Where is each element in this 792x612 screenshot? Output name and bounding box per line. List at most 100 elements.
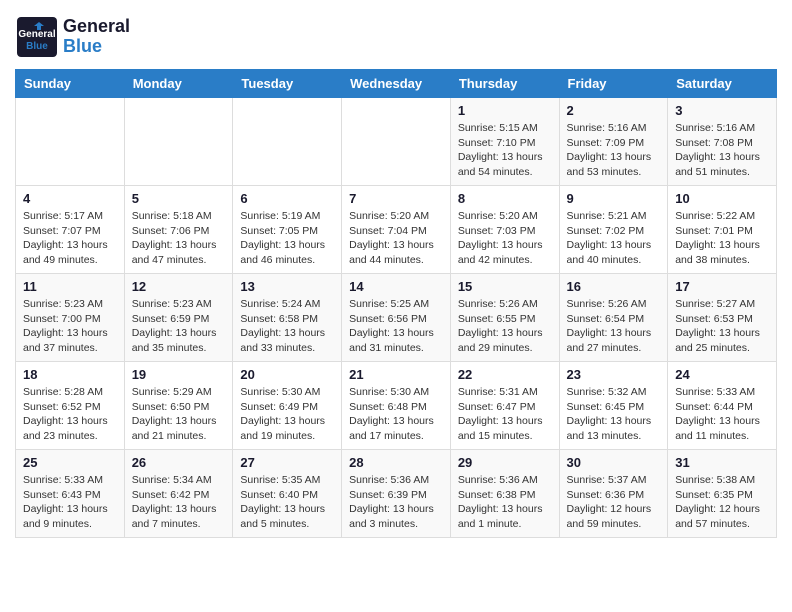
day-number: 12 [132,279,226,294]
calendar-cell: 28 Sunrise: 5:36 AMSunset: 6:39 PMDayligh… [342,450,451,538]
calendar-cell: 4 Sunrise: 5:17 AMSunset: 7:07 PMDaylight… [16,186,125,274]
calendar-cell: 18 Sunrise: 5:28 AMSunset: 6:52 PMDayligh… [16,362,125,450]
calendar-cell: 26Sunrise: 5:34 AMSunset: 6:42 PMDayligh… [124,450,233,538]
day-number: 26 [132,455,226,470]
day-number: 14 [349,279,443,294]
day-number: 18 [23,367,117,382]
day-info: Sunrise: 5:25 AMSunset: 6:56 PMDaylight:… [349,297,443,356]
calendar-cell: 5 Sunrise: 5:18 AMSunset: 7:06 PMDaylight… [124,186,233,274]
week-row-4: 18 Sunrise: 5:28 AMSunset: 6:52 PMDayligh… [16,362,777,450]
day-number: 11 [23,279,117,294]
logo-icon: General Blue [15,15,59,59]
day-number: 19 [132,367,226,382]
day-info: Sunrise: 5:30 AMSunset: 6:48 PMDaylight:… [349,385,443,444]
day-info: Sunrise: 5:36 AMSunset: 6:38 PMDaylight:… [458,473,552,532]
day-info: Sunrise: 5:23 AMSunset: 7:00 PMDaylight:… [23,297,117,356]
weekday-header-friday: Friday [559,70,668,98]
week-row-5: 25 Sunrise: 5:33 AMSunset: 6:43 PMDayligh… [16,450,777,538]
calendar-cell: 9Sunrise: 5:21 AMSunset: 7:02 PMDaylight… [559,186,668,274]
page-header: General Blue General Blue [15,15,777,59]
day-info: Sunrise: 5:26 AMSunset: 6:55 PMDaylight:… [458,297,552,356]
day-info: Sunrise: 5:16 AMSunset: 7:09 PMDaylight:… [567,121,661,180]
day-number: 6 [240,191,334,206]
calendar-cell [16,98,125,186]
day-number: 21 [349,367,443,382]
day-number: 4 [23,191,117,206]
day-info: Sunrise: 5:15 AMSunset: 7:10 PMDaylight:… [458,121,552,180]
weekday-header-saturday: Saturday [668,70,777,98]
day-info: Sunrise: 5:35 AMSunset: 6:40 PMDaylight:… [240,473,334,532]
calendar-table: SundayMondayTuesdayWednesdayThursdayFrid… [15,69,777,538]
calendar-cell: 31 Sunrise: 5:38 AMSunset: 6:35 PMDayligh… [668,450,777,538]
day-number: 29 [458,455,552,470]
calendar-cell: 14 Sunrise: 5:25 AMSunset: 6:56 PMDayligh… [342,274,451,362]
day-number: 24 [675,367,769,382]
day-info: Sunrise: 5:18 AMSunset: 7:06 PMDaylight:… [132,209,226,268]
day-number: 2 [567,103,661,118]
calendar-cell: 13 Sunrise: 5:24 AMSunset: 6:58 PMDayligh… [233,274,342,362]
day-info: Sunrise: 5:17 AMSunset: 7:07 PMDaylight:… [23,209,117,268]
weekday-header-wednesday: Wednesday [342,70,451,98]
day-info: Sunrise: 5:36 AMSunset: 6:39 PMDaylight:… [349,473,443,532]
day-number: 25 [23,455,117,470]
calendar-cell [124,98,233,186]
day-number: 31 [675,455,769,470]
day-info: Sunrise: 5:27 AMSunset: 6:53 PMDaylight:… [675,297,769,356]
calendar-cell: 25 Sunrise: 5:33 AMSunset: 6:43 PMDayligh… [16,450,125,538]
calendar-cell: 6Sunrise: 5:19 AMSunset: 7:05 PMDaylight… [233,186,342,274]
day-number: 23 [567,367,661,382]
day-info: Sunrise: 5:32 AMSunset: 6:45 PMDaylight:… [567,385,661,444]
day-number: 28 [349,455,443,470]
day-info: Sunrise: 5:31 AMSunset: 6:47 PMDaylight:… [458,385,552,444]
day-number: 22 [458,367,552,382]
day-info: Sunrise: 5:30 AMSunset: 6:49 PMDaylight:… [240,385,334,444]
calendar-header: SundayMondayTuesdayWednesdayThursdayFrid… [16,70,777,98]
day-number: 3 [675,103,769,118]
week-row-3: 11 Sunrise: 5:23 AMSunset: 7:00 PMDayligh… [16,274,777,362]
calendar-cell: 8Sunrise: 5:20 AMSunset: 7:03 PMDaylight… [450,186,559,274]
calendar-cell: 2 Sunrise: 5:16 AMSunset: 7:09 PMDaylight… [559,98,668,186]
calendar-cell: 11 Sunrise: 5:23 AMSunset: 7:00 PMDayligh… [16,274,125,362]
calendar-cell: 19Sunrise: 5:29 AMSunset: 6:50 PMDayligh… [124,362,233,450]
day-info: Sunrise: 5:26 AMSunset: 6:54 PMDaylight:… [567,297,661,356]
day-info: Sunrise: 5:28 AMSunset: 6:52 PMDaylight:… [23,385,117,444]
calendar-cell: 16 Sunrise: 5:26 AMSunset: 6:54 PMDayligh… [559,274,668,362]
calendar-cell: 20 Sunrise: 5:30 AMSunset: 6:49 PMDayligh… [233,362,342,450]
day-number: 17 [675,279,769,294]
calendar-cell: 12 Sunrise: 5:23 AMSunset: 6:59 PMDayligh… [124,274,233,362]
day-info: Sunrise: 5:33 AMSunset: 6:43 PMDaylight:… [23,473,117,532]
logo: General Blue General Blue [15,15,130,59]
day-number: 30 [567,455,661,470]
calendar-cell: 3Sunrise: 5:16 AMSunset: 7:08 PMDaylight… [668,98,777,186]
logo-general: General [63,17,130,37]
weekday-header-monday: Monday [124,70,233,98]
calendar-cell: 27 Sunrise: 5:35 AMSunset: 6:40 PMDayligh… [233,450,342,538]
svg-text:Blue: Blue [26,41,48,52]
calendar-cell: 24Sunrise: 5:33 AMSunset: 6:44 PMDayligh… [668,362,777,450]
day-number: 1 [458,103,552,118]
calendar-cell: 1 Sunrise: 5:15 AMSunset: 7:10 PMDaylight… [450,98,559,186]
day-info: Sunrise: 5:21 AMSunset: 7:02 PMDaylight:… [567,209,661,268]
week-row-2: 4 Sunrise: 5:17 AMSunset: 7:07 PMDaylight… [16,186,777,274]
day-info: Sunrise: 5:24 AMSunset: 6:58 PMDaylight:… [240,297,334,356]
day-info: Sunrise: 5:23 AMSunset: 6:59 PMDaylight:… [132,297,226,356]
day-number: 13 [240,279,334,294]
day-info: Sunrise: 5:38 AMSunset: 6:35 PMDaylight:… [675,473,769,532]
weekday-header-sunday: Sunday [16,70,125,98]
day-number: 20 [240,367,334,382]
day-info: Sunrise: 5:37 AMSunset: 6:36 PMDaylight:… [567,473,661,532]
svg-text:General: General [18,29,55,40]
calendar-cell [342,98,451,186]
day-number: 16 [567,279,661,294]
calendar-cell: 10Sunrise: 5:22 AMSunset: 7:01 PMDayligh… [668,186,777,274]
calendar-cell: 23 Sunrise: 5:32 AMSunset: 6:45 PMDayligh… [559,362,668,450]
day-number: 27 [240,455,334,470]
weekday-header-row: SundayMondayTuesdayWednesdayThursdayFrid… [16,70,777,98]
calendar-cell [233,98,342,186]
day-number: 15 [458,279,552,294]
calendar-cell: 29 Sunrise: 5:36 AMSunset: 6:38 PMDayligh… [450,450,559,538]
day-number: 7 [349,191,443,206]
day-number: 5 [132,191,226,206]
calendar-cell: 30 Sunrise: 5:37 AMSunset: 6:36 PMDayligh… [559,450,668,538]
day-number: 8 [458,191,552,206]
